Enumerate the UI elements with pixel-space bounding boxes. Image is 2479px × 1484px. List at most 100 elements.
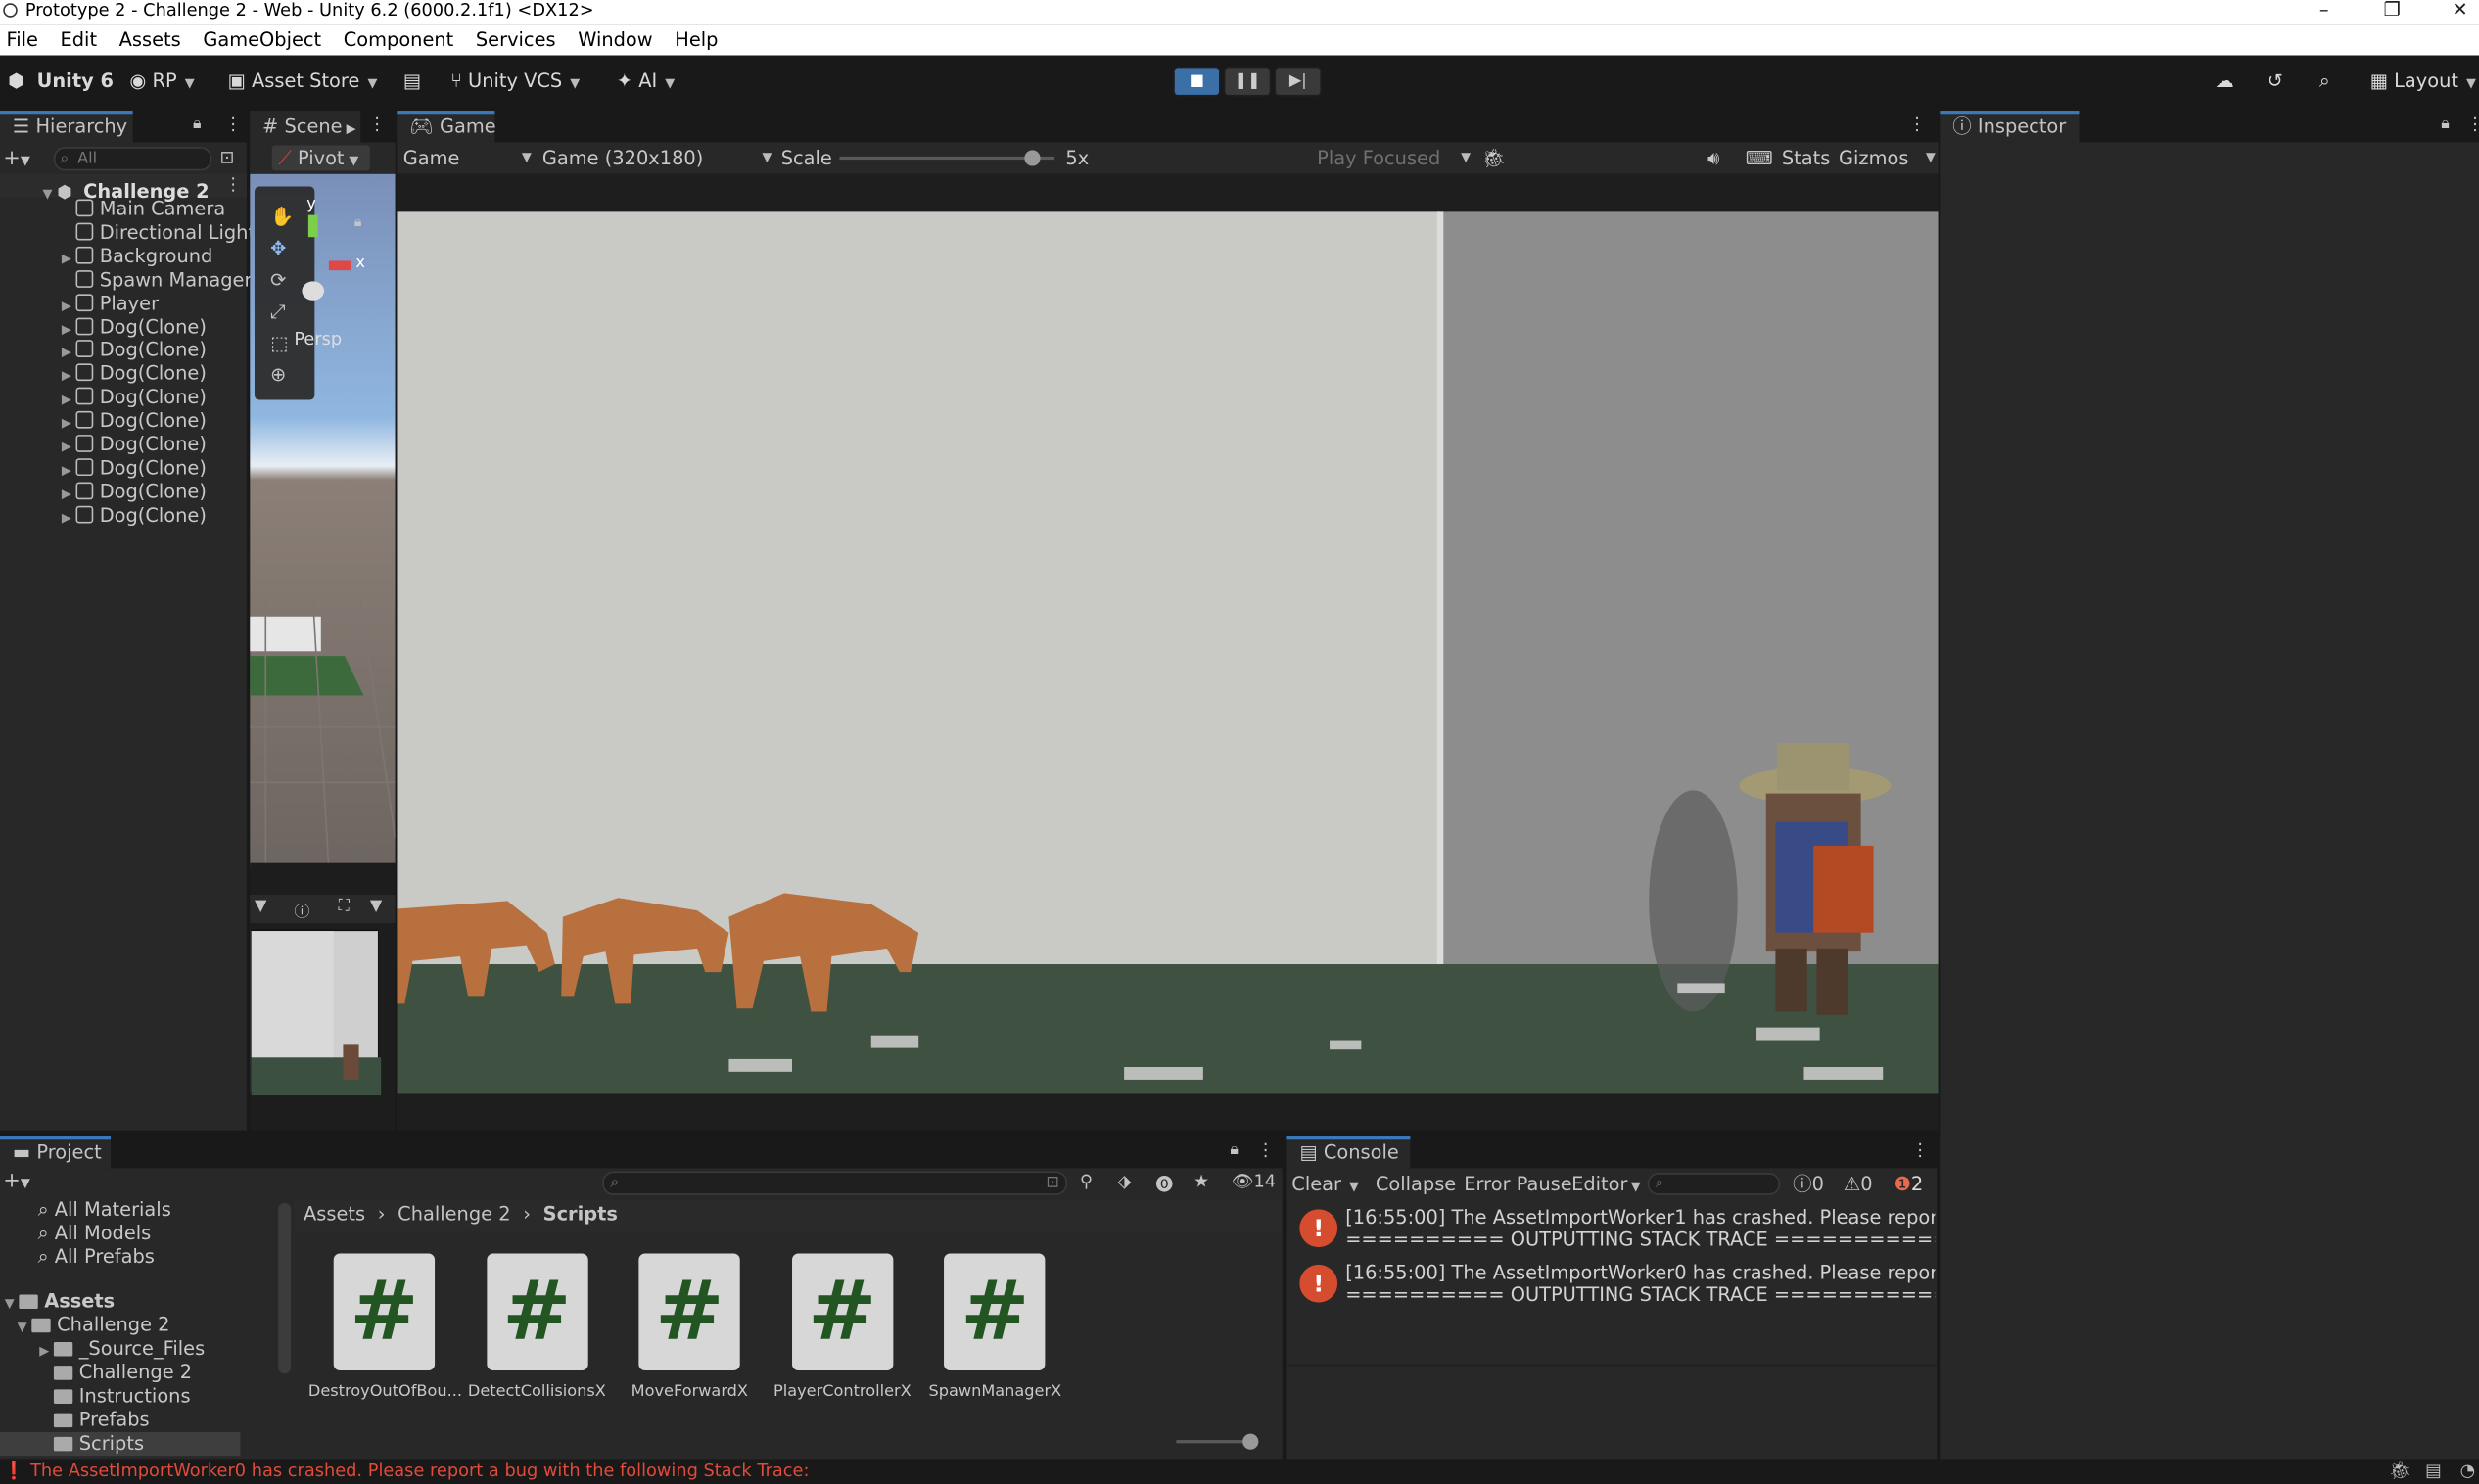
info-icon[interactable]: ⓘ bbox=[294, 898, 309, 922]
hierarchy-item[interactable]: Directional Light bbox=[0, 221, 256, 245]
lock-icon[interactable]: 🔒︎ bbox=[2441, 116, 2450, 133]
editor-dropdown[interactable]: Editor ▼ bbox=[1571, 1168, 1641, 1203]
icon-size-thumb[interactable] bbox=[1242, 1433, 1259, 1450]
lock-icon[interactable]: 🔒︎ bbox=[193, 116, 202, 133]
star-icon[interactable]: ★ bbox=[1193, 1172, 1209, 1192]
hierarchy-item[interactable]: ▶ Background bbox=[0, 245, 212, 268]
chevron-right-icon[interactable]: ▶ bbox=[57, 294, 75, 317]
chevron-down-icon[interactable]: ▼ bbox=[255, 898, 266, 915]
gizmos-dropdown[interactable]: Gizmos ▼ bbox=[1839, 142, 1936, 173]
bug-report-icon[interactable]: 🐞︎ bbox=[2389, 1459, 2411, 1484]
tab-scene[interactable]: # Scene ▶ bbox=[250, 111, 361, 143]
add-object-button[interactable]: +▼ bbox=[3, 147, 30, 170]
more-icon[interactable]: ⋮ bbox=[2466, 114, 2479, 134]
menu-item-assets[interactable]: Assets bbox=[119, 28, 181, 51]
menu-item-edit[interactable]: Edit bbox=[61, 28, 98, 51]
more-icon[interactable]: ⋮ bbox=[1911, 1139, 1929, 1160]
scale-slider-thumb[interactable] bbox=[1025, 150, 1042, 166]
chevron-right-icon[interactable]: ▶ bbox=[57, 247, 75, 270]
step-button[interactable]: ▶| bbox=[1274, 66, 1322, 97]
tab-project[interactable]: ▬ Project bbox=[0, 1136, 112, 1169]
chevron-down-icon[interactable]: ▼ bbox=[370, 898, 382, 915]
display-dropdown[interactable]: Game ▼ bbox=[403, 142, 532, 173]
chevron-right-icon[interactable]: ▶ bbox=[57, 458, 75, 482]
menu-item-services[interactable]: Services bbox=[476, 28, 556, 51]
keyboard-icon[interactable]: ⌨ bbox=[1746, 142, 1773, 173]
chevron-right-icon[interactable]: ▶ bbox=[57, 388, 75, 411]
tree-folder[interactable]: Prefabs bbox=[35, 1409, 150, 1432]
minimize-icon[interactable]: – bbox=[2313, 0, 2335, 21]
script-name[interactable]: SpawnManagerX bbox=[919, 1383, 1071, 1401]
csharp-script-icon[interactable]: # bbox=[944, 1253, 1047, 1371]
breadcrumb-challenge[interactable]: Challenge 2 bbox=[398, 1203, 510, 1226]
hierarchy-scene-row[interactable]: ▼ ⬢ Challenge 2 ⋮ bbox=[0, 173, 247, 203]
chevron-right-icon[interactable]: ▶ bbox=[57, 411, 75, 435]
gizmo-y-cone[interactable] bbox=[307, 214, 318, 238]
chevron-right-icon[interactable]: ▶ bbox=[57, 435, 75, 458]
lock-icon[interactable]: 🔒︎ bbox=[354, 215, 362, 231]
chevron-right-icon[interactable]: ▶ bbox=[57, 482, 75, 505]
tree-folder[interactable]: Instructions bbox=[35, 1385, 191, 1409]
hierarchy-search-input[interactable]: ⌕ All bbox=[53, 147, 212, 171]
status-message[interactable]: The AssetImportWorker0 has crashed. Plea… bbox=[30, 1461, 809, 1481]
log-filter-icon[interactable]: ⓿ bbox=[1155, 1172, 1173, 1197]
hidden-packages-button[interactable]: 👁︎14 bbox=[1232, 1172, 1276, 1192]
chevron-right-icon[interactable]: ▶ bbox=[57, 505, 75, 529]
tree-folder[interactable]: Scripts bbox=[0, 1432, 241, 1457]
menu-item-gameobject[interactable]: GameObject bbox=[203, 28, 321, 51]
more-icon[interactable]: ⋮ bbox=[1257, 1139, 1275, 1160]
console-search-input[interactable]: ⌕ bbox=[1647, 1173, 1781, 1195]
script-name[interactable]: DetectCollisionsX bbox=[461, 1383, 613, 1401]
clear-dropdown[interactable]: Clear ▼ bbox=[1291, 1168, 1359, 1203]
tab-game[interactable]: 🎮︎ Game bbox=[397, 111, 496, 143]
rotate-tool-icon[interactable]: ⟳ bbox=[270, 269, 286, 292]
hierarchy-item[interactable]: ▶ Dog(Clone) bbox=[0, 457, 207, 481]
pause-button[interactable]: ❚❚ bbox=[1223, 66, 1272, 97]
pivot-dropdown[interactable]: ⟋ Pivot ▼ bbox=[271, 145, 370, 171]
tree-challenge[interactable]: ▼ Challenge 2 bbox=[13, 1314, 170, 1337]
csharp-script-icon[interactable]: # bbox=[333, 1253, 436, 1371]
move-tool-icon[interactable]: ✥ bbox=[270, 237, 286, 259]
persp-label[interactable]: Persp bbox=[294, 329, 342, 349]
audio-icon[interactable]: 🔊︎ bbox=[1707, 142, 1719, 173]
maximize-icon[interactable]: ❐ bbox=[2381, 0, 2404, 21]
resolution-dropdown[interactable]: Game (320x180) ▼ bbox=[542, 142, 773, 173]
error-filter-toggle[interactable]: ❶2 bbox=[1894, 1168, 1924, 1199]
icon-size-slider[interactable] bbox=[1176, 1433, 1259, 1450]
hierarchy-item[interactable]: ▶ Player bbox=[0, 292, 159, 315]
play-button[interactable]: ■ bbox=[1173, 66, 1221, 97]
gizmo-x-cone[interactable] bbox=[328, 260, 351, 271]
progress-icon[interactable]: ◔ bbox=[2460, 1459, 2476, 1484]
hierarchy-item[interactable]: ▶ Dog(Clone) bbox=[0, 362, 207, 386]
hierarchy-item[interactable]: ▶ Dog(Clone) bbox=[0, 433, 207, 456]
script-name[interactable]: DestroyOutOfBou... bbox=[308, 1383, 462, 1401]
history-button[interactable]: ↺ bbox=[2268, 68, 2283, 93]
hierarchy-item[interactable]: ▶ Dog(Clone) bbox=[0, 386, 207, 409]
info-filter-toggle[interactable]: ⓘ0 bbox=[1793, 1168, 1824, 1199]
gizmo-z-cone[interactable] bbox=[302, 281, 325, 301]
console-log-entry[interactable]: ! [16:55:00] The AssetImportWorker0 has c… bbox=[1286, 1258, 1936, 1312]
more-icon[interactable]: ⋮ bbox=[224, 114, 242, 134]
close-icon[interactable]: ✕ bbox=[2449, 0, 2471, 21]
tree-assets[interactable]: ▼ Assets bbox=[0, 1290, 116, 1314]
layout-dropdown[interactable]: ▦ Layout ▼ bbox=[2370, 68, 2476, 96]
filter-type-icon[interactable]: ⚲ bbox=[1080, 1172, 1093, 1192]
chevron-down-icon[interactable]: ▼ bbox=[13, 1316, 31, 1339]
more-icon[interactable]: ⋮ bbox=[1908, 114, 1926, 134]
project-tree-scrollbar[interactable] bbox=[278, 1202, 292, 1374]
transform-tool-icon[interactable]: ⊕ bbox=[270, 363, 286, 386]
ai-dropdown[interactable]: ✦ AI ▼ bbox=[617, 68, 675, 96]
label-icon[interactable]: ⬗ bbox=[1118, 1172, 1132, 1192]
script-name[interactable]: PlayerControllerX bbox=[767, 1383, 918, 1401]
breadcrumb-assets[interactable]: Assets bbox=[304, 1203, 365, 1226]
chevron-right-icon[interactable]: ▶ bbox=[57, 341, 75, 364]
menu-item-component[interactable]: Component bbox=[344, 28, 454, 51]
breadcrumb-scripts[interactable]: Scripts bbox=[543, 1203, 618, 1226]
scale-slider[interactable] bbox=[839, 150, 1055, 166]
scene-search-icon[interactable]: ⊡ bbox=[219, 147, 234, 167]
scale-tool-icon[interactable]: ⤢ bbox=[270, 301, 286, 324]
menu-item-window[interactable]: Window bbox=[578, 28, 652, 51]
game-view[interactable] bbox=[397, 173, 1939, 1131]
menu-item-help[interactable]: Help bbox=[675, 28, 718, 51]
hierarchy-item[interactable]: ▶ Dog(Clone) bbox=[0, 409, 207, 433]
